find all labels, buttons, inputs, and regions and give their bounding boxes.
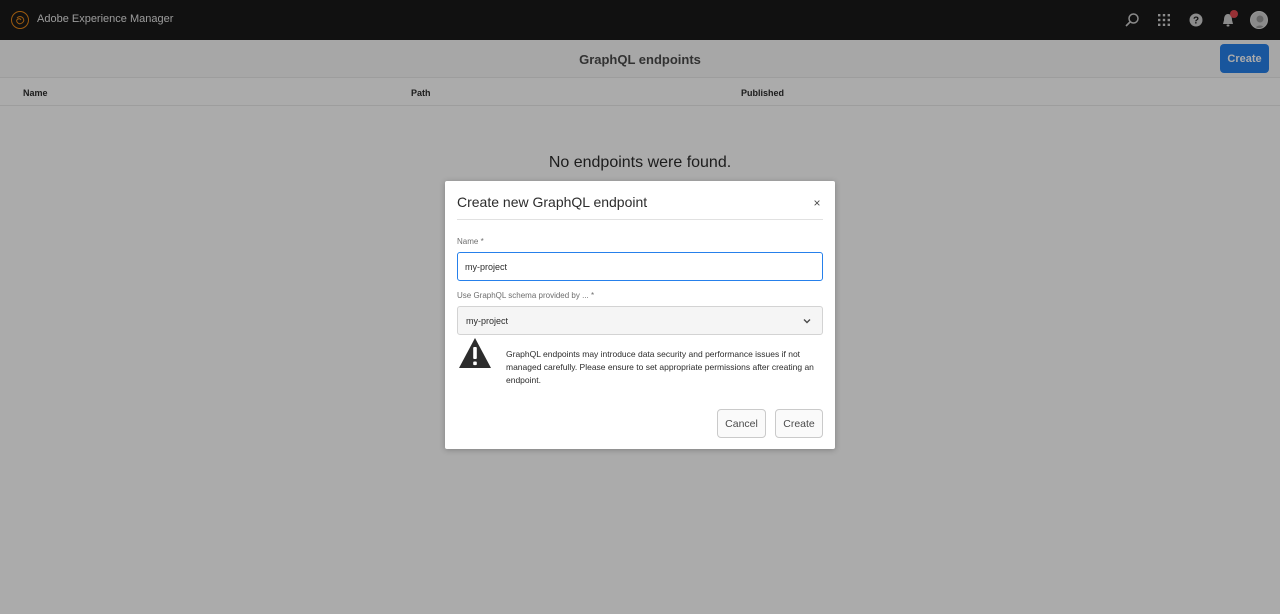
create-endpoint-dialog: Create new GraphQL endpoint × Name * Use… bbox=[445, 181, 835, 449]
name-input[interactable] bbox=[457, 252, 823, 281]
dialog-create-button[interactable]: Create bbox=[775, 409, 823, 438]
dialog-divider bbox=[457, 219, 823, 220]
warning-text: GraphQL endpoints may introduce data sec… bbox=[506, 349, 814, 385]
schema-select[interactable]: my-project bbox=[457, 306, 823, 335]
dialog-title: Create new GraphQL endpoint bbox=[457, 194, 648, 210]
schema-field-label: Use GraphQL schema provided by ... * bbox=[457, 291, 595, 300]
schema-select-value: my-project bbox=[466, 315, 509, 326]
close-icon[interactable]: × bbox=[811, 197, 823, 209]
warning-icon bbox=[459, 338, 491, 368]
chevron-down-icon bbox=[803, 319, 811, 324]
cancel-button[interactable]: Cancel bbox=[717, 409, 766, 438]
name-field-label: Name * bbox=[457, 237, 484, 246]
